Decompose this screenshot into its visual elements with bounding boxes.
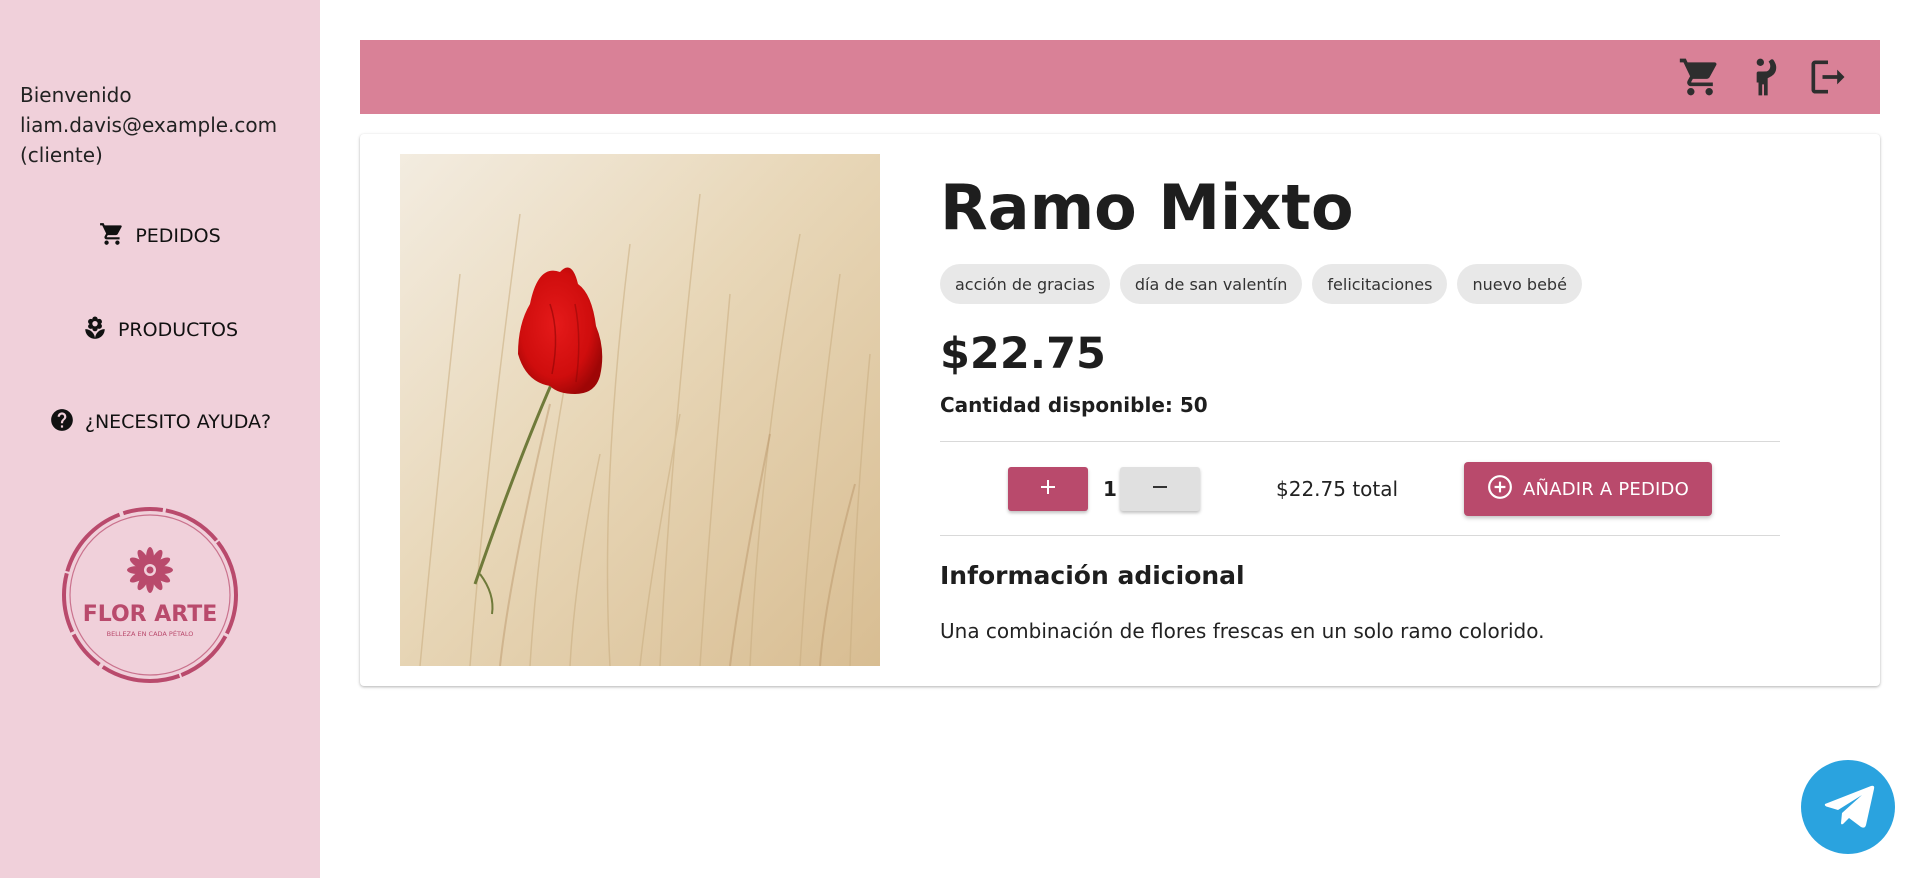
tag-chip[interactable]: nuevo bebé	[1457, 264, 1582, 304]
product-title: Ramo Mixto	[940, 171, 1354, 244]
product-price: $22.75	[940, 329, 1106, 379]
user-role: (cliente)	[20, 143, 103, 167]
flower-icon	[82, 315, 108, 346]
sidebar-item-label: PRODUCTOS	[117, 319, 239, 341]
top-bar	[360, 40, 1880, 114]
decrease-quantity-button[interactable]	[1120, 467, 1200, 511]
divider	[940, 535, 1780, 536]
product-info: Ramo Mixto acción de gracias día de san …	[940, 134, 1780, 686]
welcome-block: Bienvenido liam.davis@example.com (clien…	[20, 80, 310, 170]
shopping-cart-icon	[1678, 58, 1722, 103]
minus-icon	[1148, 475, 1172, 503]
sidebar: Bienvenido liam.davis@example.com (clien…	[0, 0, 320, 878]
add-to-order-button[interactable]: AÑADIR A PEDIDO	[1464, 462, 1712, 516]
sidebar-item-label: PEDIDOS	[135, 225, 221, 247]
telegram-button[interactable]	[1801, 760, 1895, 854]
cart-button[interactable]	[1678, 55, 1722, 99]
quantity-value: 1	[1103, 477, 1117, 501]
welcome-greeting: Bienvenido	[20, 83, 132, 107]
add-to-order-label: AÑADIR A PEDIDO	[1523, 478, 1689, 500]
sidebar-item-ayuda[interactable]: ¿NECESITO AYUDA?	[0, 400, 320, 444]
sidebar-item-label: ¿NECESITO AYUDA?	[84, 411, 272, 433]
tag-chip[interactable]: felicitaciones	[1312, 264, 1448, 304]
additional-info-title: Información adicional	[940, 561, 1245, 590]
sidebar-item-productos[interactable]: PRODUCTOS	[0, 308, 320, 352]
product-image	[400, 154, 880, 666]
total-price: $22.75 total	[1276, 477, 1399, 501]
user-email: liam.davis@example.com	[20, 113, 278, 137]
product-card: Ramo Mixto acción de gracias día de san …	[360, 134, 1880, 686]
product-description: Una combinación de flores frescas en un …	[940, 619, 1545, 643]
tag-chip[interactable]: día de san valentín	[1119, 264, 1303, 304]
sidebar-item-pedidos[interactable]: PEDIDOS	[0, 214, 320, 258]
divider	[940, 441, 1780, 442]
profile-button[interactable]	[1742, 55, 1786, 99]
person-waving-icon	[1742, 58, 1786, 103]
tag-chip[interactable]: acción de gracias	[940, 264, 1110, 304]
help-icon	[49, 407, 75, 438]
add-circle-icon	[1487, 474, 1513, 505]
stock-available: Cantidad disponible: 50	[940, 393, 1208, 417]
tag-list: acción de gracias día de san valentín fe…	[940, 264, 1582, 304]
telegram-icon	[1801, 758, 1895, 856]
shopping-cart-icon	[99, 221, 125, 252]
logo-tagline: BELLEZA EN CADA PÉTALO	[107, 629, 194, 638]
plus-icon	[1036, 475, 1060, 503]
logout-icon	[1806, 60, 1850, 103]
logout-button[interactable]	[1806, 55, 1850, 99]
logo-brand: FLOR ARTE	[83, 602, 218, 627]
flor-arte-logo: FLOR ARTE BELLEZA EN CADA PÉTALO	[60, 502, 240, 688]
increase-quantity-button[interactable]	[1008, 467, 1088, 511]
